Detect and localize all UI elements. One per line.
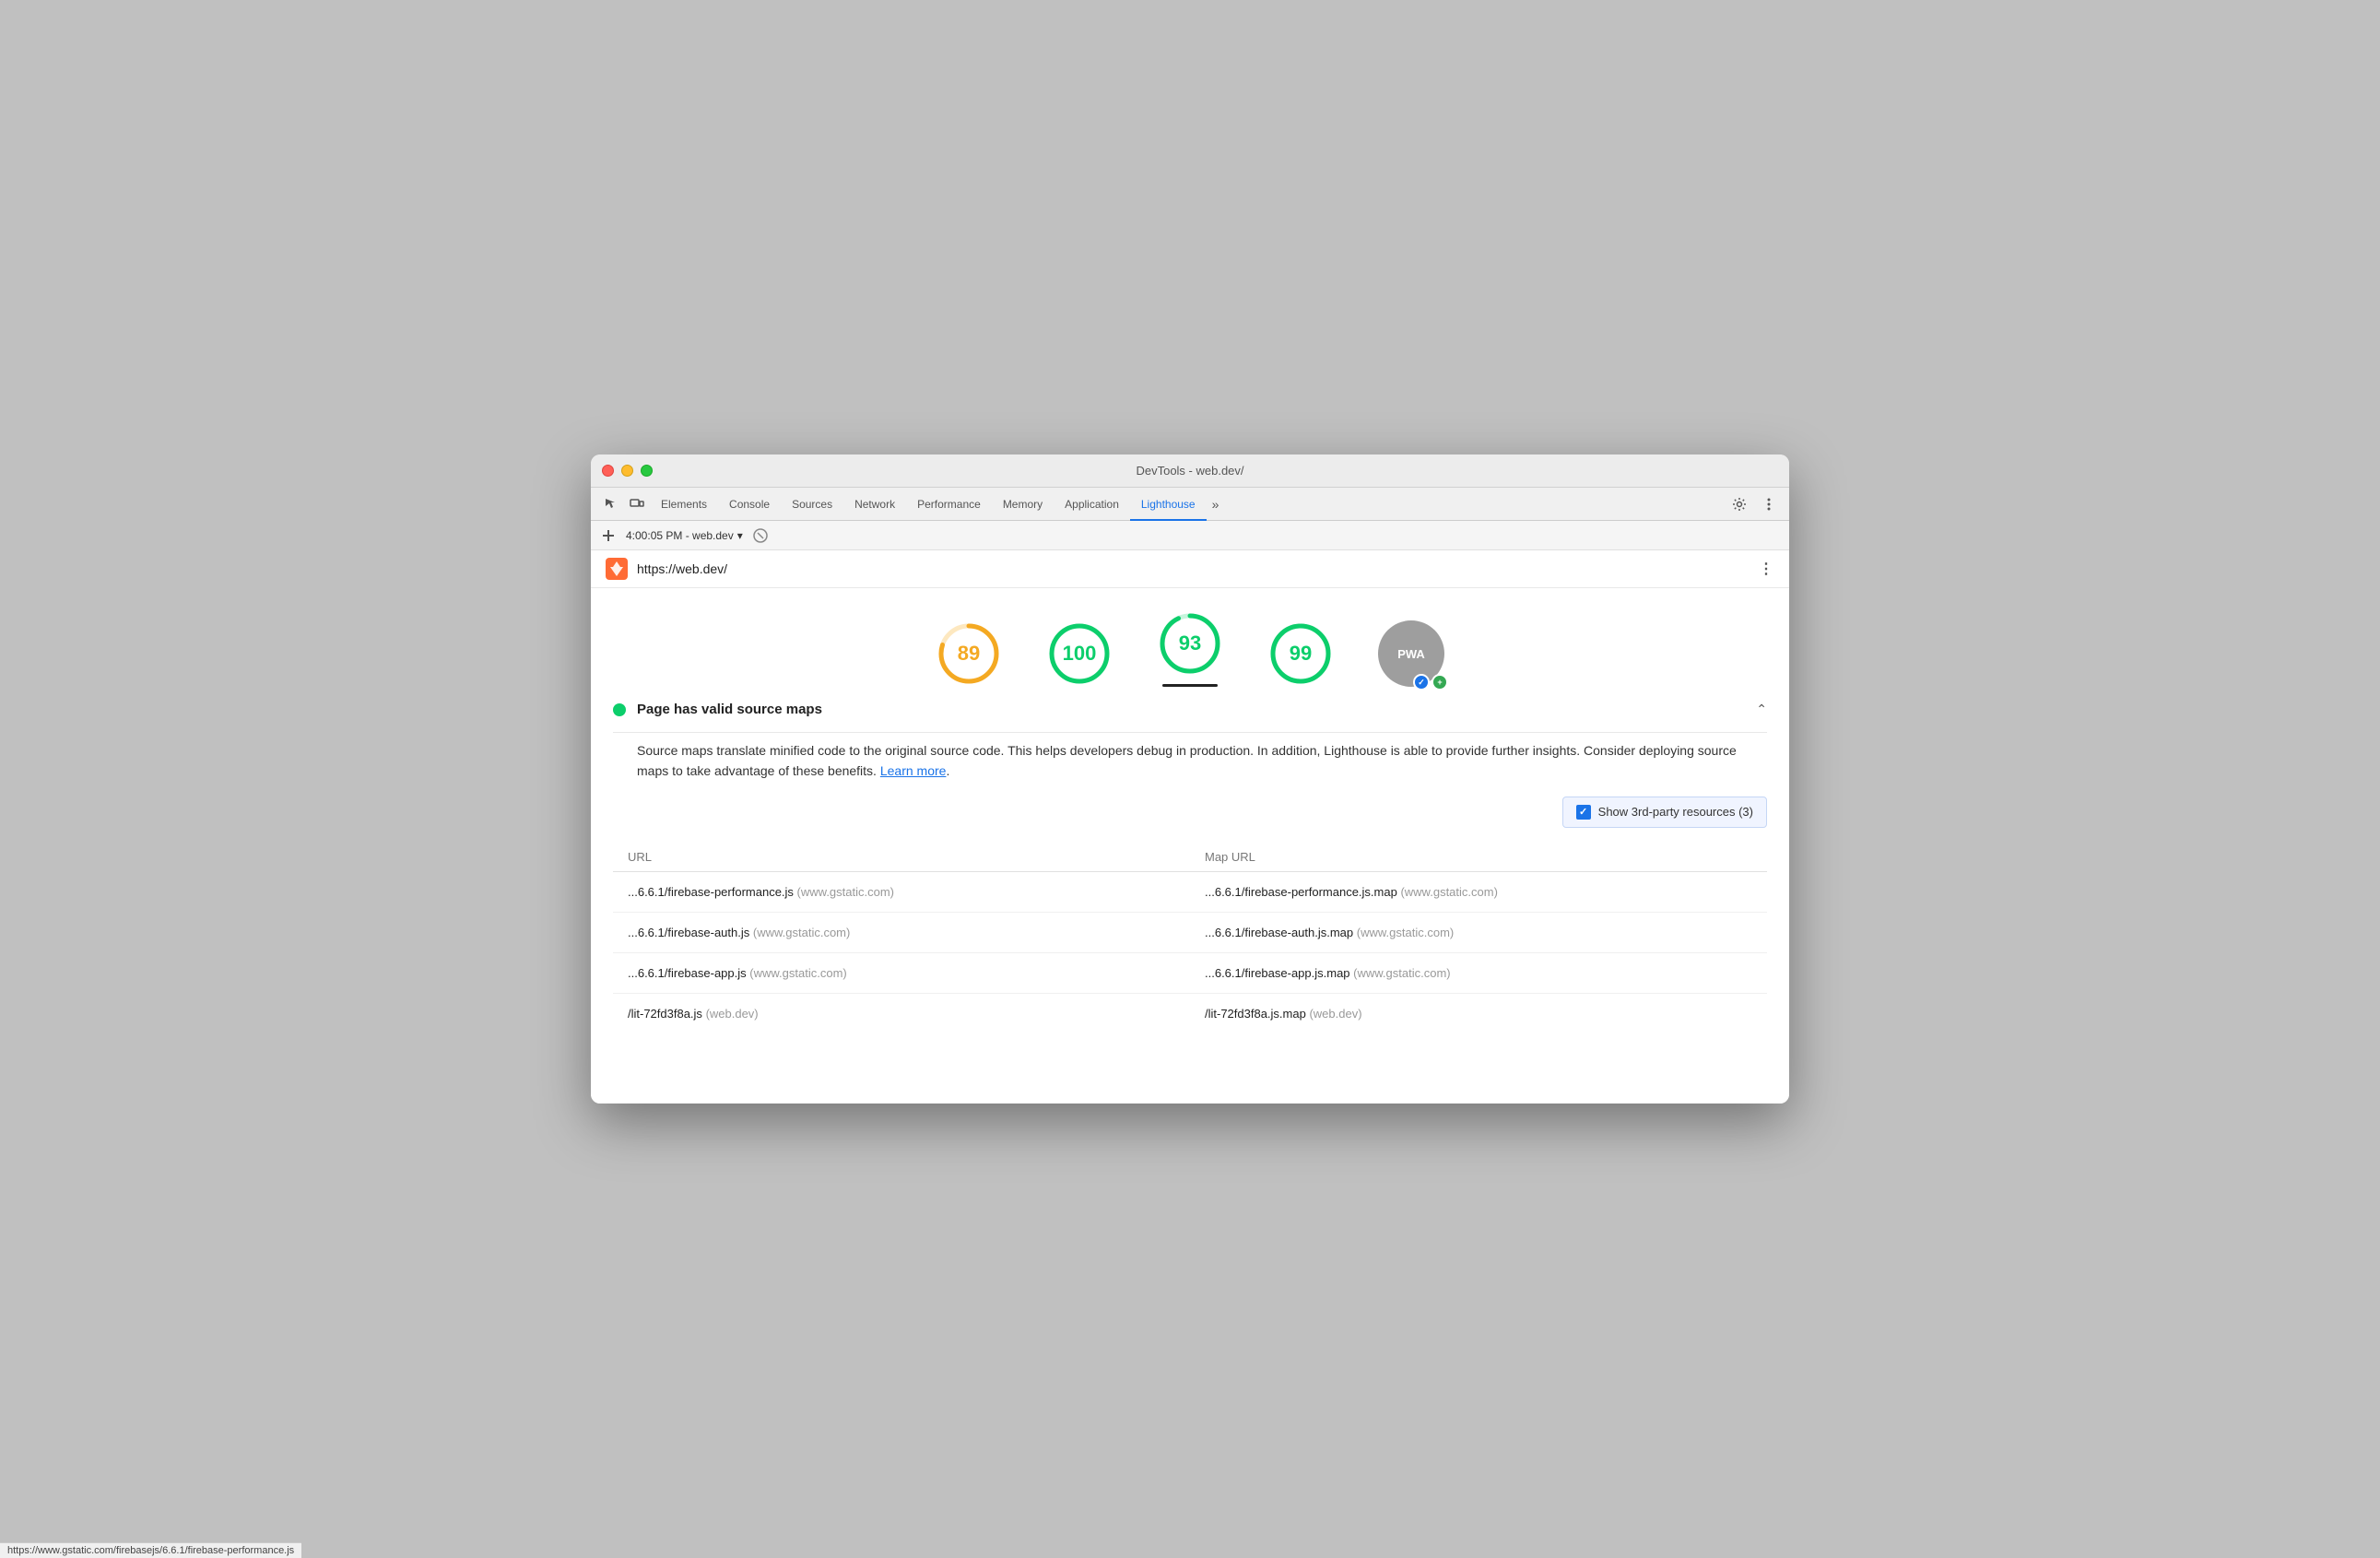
checkbox-row: ✓ Show 3rd-party resources (3) bbox=[613, 797, 1767, 828]
tab-network[interactable]: Network bbox=[843, 489, 906, 521]
active-tab-underline bbox=[1162, 684, 1218, 687]
lighthouse-logo-icon bbox=[606, 558, 628, 580]
devtools-tabbar: Elements Console Sources Network Perform… bbox=[591, 488, 1789, 521]
statusbar: https://www.gstatic.com/firebasejs/6.6.1… bbox=[0, 1542, 301, 1558]
table-header: URL Map URL bbox=[613, 843, 1767, 872]
tab-sources[interactable]: Sources bbox=[781, 489, 843, 521]
show-3rd-party-checkbox[interactable]: ✓ Show 3rd-party resources (3) bbox=[1562, 797, 1767, 828]
url-cell-2: ...6.6.1/firebase-app.js (www.gstatic.co… bbox=[613, 966, 1190, 980]
traffic-lights bbox=[602, 465, 653, 477]
audit-section: Page has valid source maps ⌃ Source maps… bbox=[591, 687, 1789, 1056]
pwa-badge-plus: + bbox=[1432, 674, 1448, 690]
map-url-cell-2: ...6.6.1/firebase-app.js.map (www.gstati… bbox=[1190, 966, 1767, 980]
pwa-badge-check: ✓ bbox=[1413, 674, 1430, 690]
score-value-93: 93 bbox=[1179, 631, 1201, 655]
table-row: ...6.6.1/firebase-performance.js (www.gs… bbox=[613, 872, 1767, 913]
session-selector[interactable]: 4:00:05 PM - web.dev ▾ bbox=[626, 529, 743, 542]
map-url-cell-1: ...6.6.1/firebase-auth.js.map (www.gstat… bbox=[1190, 926, 1767, 939]
session-dropdown-icon: ▾ bbox=[737, 529, 743, 542]
checkbox-checked-icon: ✓ bbox=[1576, 805, 1591, 820]
audit-header[interactable]: Page has valid source maps ⌃ bbox=[613, 687, 1767, 733]
score-value-99: 99 bbox=[1290, 642, 1312, 666]
tab-memory[interactable]: Memory bbox=[992, 489, 1054, 521]
add-session-button[interactable] bbox=[598, 525, 619, 546]
table-row: ...6.6.1/firebase-app.js (www.gstatic.co… bbox=[613, 953, 1767, 994]
audit-title: Page has valid source maps bbox=[637, 702, 1756, 717]
url-cell-3: /lit-72fd3f8a.js (web.dev) bbox=[613, 1007, 1190, 1021]
close-button[interactable] bbox=[602, 465, 614, 477]
toolbar: 4:00:05 PM - web.dev ▾ bbox=[591, 521, 1789, 550]
audit-chevron-up-icon[interactable]: ⌃ bbox=[1756, 702, 1767, 717]
tab-performance[interactable]: Performance bbox=[906, 489, 992, 521]
more-tabs-button[interactable]: » bbox=[1207, 497, 1225, 512]
devtools-window: DevTools - web.dev/ Elements Console Sou… bbox=[591, 454, 1789, 1104]
checkbox-label: Show 3rd-party resources (3) bbox=[1598, 805, 1753, 819]
titlebar: DevTools - web.dev/ bbox=[591, 454, 1789, 488]
tab-application[interactable]: Application bbox=[1054, 489, 1130, 521]
table-row: /lit-72fd3f8a.js (web.dev) /lit-72fd3f8a… bbox=[613, 994, 1767, 1033]
tab-console[interactable]: Console bbox=[718, 489, 781, 521]
pwa-label: PWA bbox=[1397, 647, 1425, 661]
scores-section: 89 100 bbox=[591, 588, 1789, 687]
pwa-circle: PWA ✓ + bbox=[1378, 620, 1444, 687]
maximize-button[interactable] bbox=[641, 465, 653, 477]
map-url-cell-3: /lit-72fd3f8a.js.map (web.dev) bbox=[1190, 1007, 1767, 1021]
tab-elements[interactable]: Elements bbox=[650, 489, 718, 521]
tab-list: Elements Console Sources Network Perform… bbox=[650, 488, 1726, 520]
device-toggle-icon[interactable] bbox=[624, 491, 650, 517]
score-value-89: 89 bbox=[958, 642, 980, 666]
url-cell-1: ...6.6.1/firebase-auth.js (www.gstatic.c… bbox=[613, 926, 1190, 939]
source-maps-table: URL Map URL ...6.6.1/firebase-performanc… bbox=[613, 843, 1767, 1033]
table-row: ...6.6.1/firebase-auth.js (www.gstatic.c… bbox=[613, 913, 1767, 953]
throttle-button[interactable] bbox=[750, 525, 771, 546]
minimize-button[interactable] bbox=[621, 465, 633, 477]
score-performance[interactable]: 89 bbox=[936, 620, 1002, 687]
window-title: DevTools - web.dev/ bbox=[1136, 464, 1243, 478]
audit-description: Source maps translate minified code to t… bbox=[637, 740, 1767, 782]
devtools-right-controls bbox=[1726, 491, 1782, 517]
main-content: https://web.dev/ ⋮ 89 bbox=[591, 550, 1789, 1104]
url-more-button[interactable]: ⋮ bbox=[1759, 560, 1774, 578]
score-best-practices[interactable]: 93 bbox=[1157, 610, 1223, 687]
audit-pass-indicator bbox=[613, 703, 626, 716]
url-cell-0: ...6.6.1/firebase-performance.js (www.gs… bbox=[613, 885, 1190, 899]
session-label: 4:00:05 PM - web.dev bbox=[626, 529, 734, 542]
score-seo[interactable]: 99 bbox=[1267, 620, 1334, 687]
statusbar-url: https://www.gstatic.com/firebasejs/6.6.1… bbox=[7, 1545, 294, 1556]
url-bar: https://web.dev/ ⋮ bbox=[591, 550, 1789, 588]
settings-icon[interactable] bbox=[1726, 491, 1752, 517]
inspect-icon[interactable] bbox=[598, 491, 624, 517]
learn-more-link[interactable]: Learn more bbox=[880, 763, 947, 778]
more-options-icon[interactable] bbox=[1756, 491, 1782, 517]
score-accessibility[interactable]: 100 bbox=[1046, 620, 1113, 687]
url-display: https://web.dev/ bbox=[637, 561, 1750, 576]
map-url-column-header: Map URL bbox=[1190, 850, 1767, 864]
score-value-100: 100 bbox=[1063, 642, 1097, 666]
tab-lighthouse[interactable]: Lighthouse bbox=[1130, 489, 1207, 521]
map-url-cell-0: ...6.6.1/firebase-performance.js.map (ww… bbox=[1190, 885, 1767, 899]
score-pwa[interactable]: PWA ✓ + bbox=[1378, 620, 1444, 687]
url-column-header: URL bbox=[613, 850, 1190, 864]
pwa-badges: ✓ + bbox=[1413, 674, 1448, 690]
